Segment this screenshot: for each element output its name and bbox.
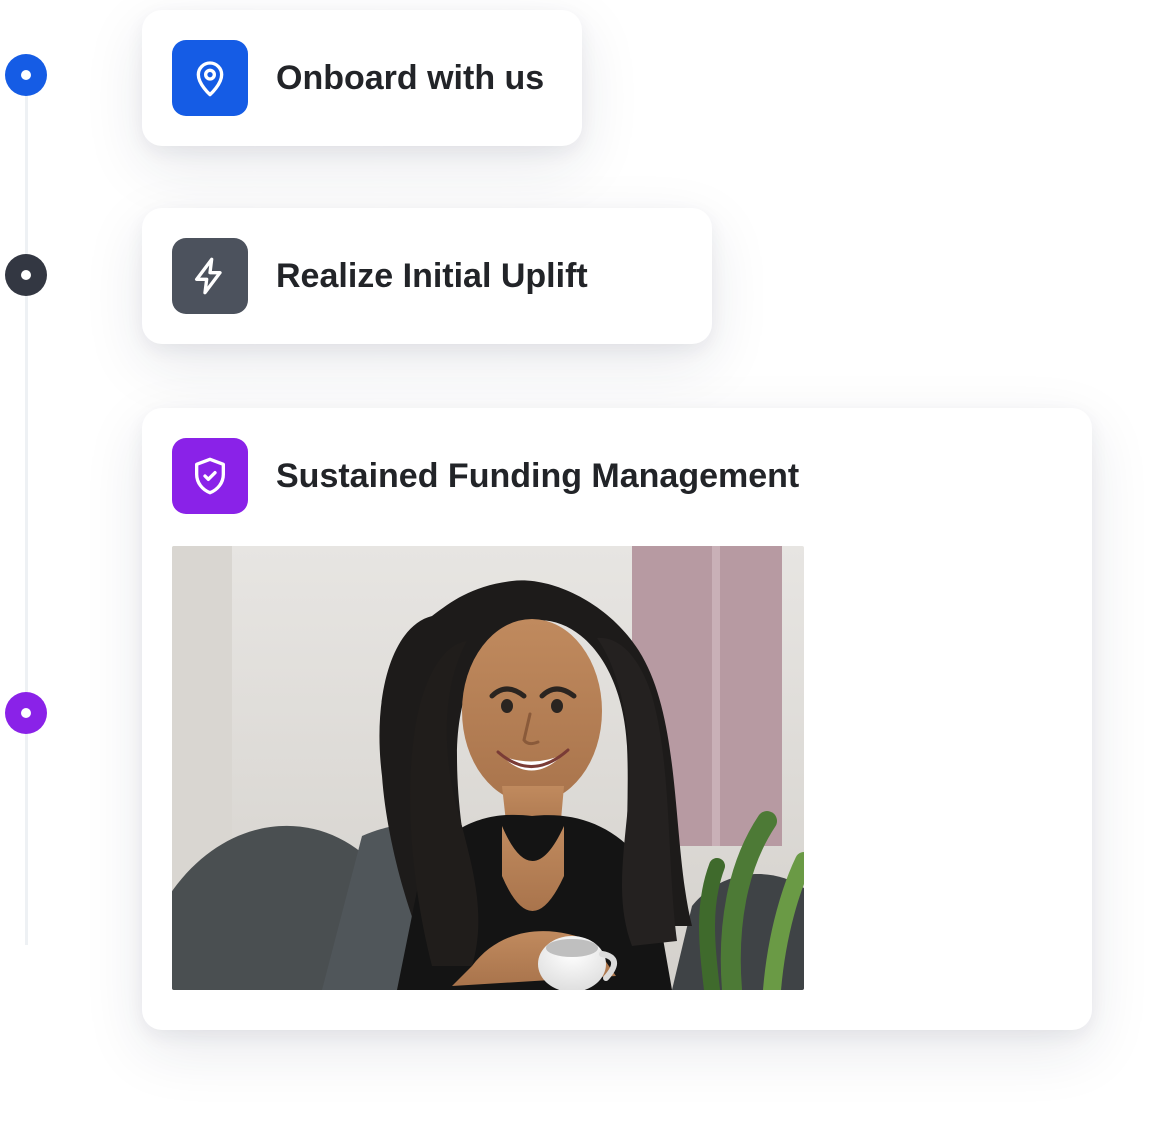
timeline-dot-onboard (5, 54, 47, 96)
step-title: Onboard with us (276, 58, 544, 99)
step-title: Realize Initial Uplift (276, 256, 588, 297)
step-card-uplift[interactable]: Realize Initial Uplift (142, 208, 712, 344)
step-title: Sustained Funding Management (276, 456, 799, 497)
step-card-funding[interactable]: Sustained Funding Management (142, 408, 1092, 1030)
shield-icon (172, 438, 248, 514)
bolt-icon (172, 238, 248, 314)
timeline-line (25, 75, 28, 945)
step-card-onboard[interactable]: Onboard with us (142, 10, 582, 146)
portrait-photo (172, 546, 804, 990)
timeline-dot-funding (5, 692, 47, 734)
timeline-dot-uplift (5, 254, 47, 296)
pin-icon (172, 40, 248, 116)
